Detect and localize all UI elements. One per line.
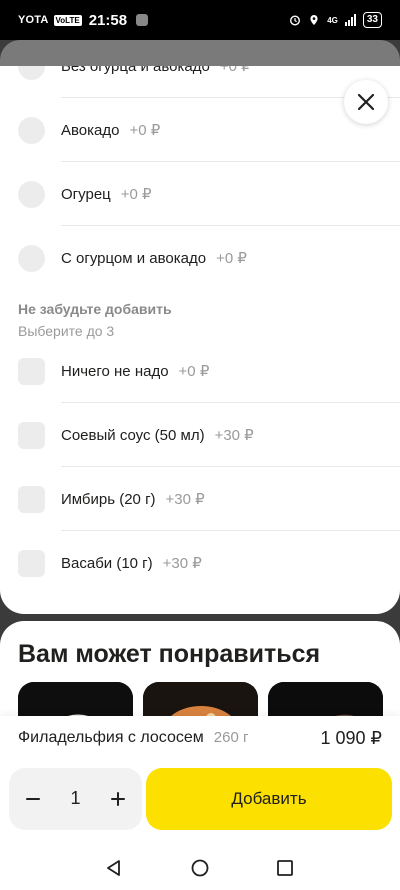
status-bar: YOTA VoLTE 21:58 4G 33 <box>0 0 400 40</box>
network-type: 4G <box>327 15 338 25</box>
option-cucumber[interactable]: Огурец +0 ₽ <box>0 162 400 226</box>
radio-button[interactable] <box>18 66 45 80</box>
location-icon <box>310 15 318 25</box>
option-label: Имбирь (20 г) <box>61 491 156 508</box>
recents-icon[interactable] <box>276 859 294 877</box>
checkbox[interactable] <box>18 549 45 577</box>
option-price: +0 ₽ <box>178 363 210 380</box>
radio-button[interactable] <box>18 180 45 208</box>
carrier-label: YOTA <box>18 14 49 26</box>
option-label: Огурец <box>61 186 111 203</box>
add-button[interactable]: Добавить <box>146 768 392 830</box>
option-label: Соевый соус (50 мл) <box>61 427 205 444</box>
product-title: Филадельфия с лососем 260 г <box>18 729 248 747</box>
option-label: С огурцом и авокадо <box>61 250 207 267</box>
option-label: Без огурца и авокадо <box>61 66 210 75</box>
addon-wasabi[interactable]: Васаби (10 г) +30 ₽ <box>0 531 400 595</box>
notification-icon <box>136 14 149 26</box>
addons-group-subtitle: Выберите до 3 <box>18 323 115 339</box>
increase-button[interactable] <box>106 787 130 811</box>
modifier-sheet: Без огурца и авокадо +0 ₽ Авокадо +0 ₽ Огу… <box>0 66 400 614</box>
plus-icon <box>111 792 125 806</box>
alarm-icon <box>290 15 301 26</box>
quantity-stepper: 1 <box>9 768 142 830</box>
option-label: Васаби (10 г) <box>61 555 153 572</box>
checkbox[interactable] <box>18 421 45 449</box>
battery-level: 33 <box>362 12 382 28</box>
volte-badge: VoLTE <box>53 14 82 26</box>
option-no-cucumber-avocado[interactable]: Без огурца и авокадо +0 ₽ <box>0 66 400 98</box>
option-price: +0 ₽ <box>219 66 251 75</box>
close-button[interactable] <box>344 80 388 124</box>
option-avocado[interactable]: Авокадо +0 ₽ <box>0 98 400 162</box>
clock: 21:58 <box>88 11 128 29</box>
option-price: +30 ₽ <box>214 427 254 444</box>
add-to-cart-panel: Филадельфия с лососем 260 г 1 090 ₽ 1 Доб… <box>0 716 400 846</box>
home-icon[interactable] <box>191 859 209 877</box>
checkbox[interactable] <box>18 357 45 385</box>
addon-soy-sauce[interactable]: Соевый соус (50 мл) +30 ₽ <box>0 403 400 467</box>
option-price: +0 ₽ <box>129 122 161 139</box>
back-icon[interactable] <box>105 859 123 877</box>
option-price: +30 ₽ <box>165 491 205 508</box>
option-cucumber-avocado[interactable]: С огурцом и авокадо +0 ₽ <box>0 226 400 290</box>
option-label: Ничего не надо <box>61 363 169 380</box>
recommendations-title: Вам может понравиться <box>18 640 321 668</box>
system-nav-bar <box>0 846 400 890</box>
close-icon <box>357 93 375 111</box>
checkbox[interactable] <box>18 485 45 513</box>
addon-ginger[interactable]: Имбирь (20 г) +30 ₽ <box>0 467 400 531</box>
option-price: +30 ₽ <box>162 555 202 572</box>
radio-button[interactable] <box>18 244 45 272</box>
addons-group-title: Не забудьте добавить <box>18 301 172 317</box>
product-weight: 260 г <box>213 729 249 746</box>
product-price: 1 090 ₽ <box>320 728 383 748</box>
radio-button[interactable] <box>18 116 45 144</box>
option-label: Авокадо <box>61 122 120 139</box>
option-price: +0 ₽ <box>216 250 247 267</box>
option-price: +0 ₽ <box>120 186 152 203</box>
signal-icon <box>344 14 356 26</box>
addon-nothing[interactable]: Ничего не надо +0 ₽ <box>0 339 400 403</box>
product-name: Филадельфия с лососем <box>18 729 204 746</box>
